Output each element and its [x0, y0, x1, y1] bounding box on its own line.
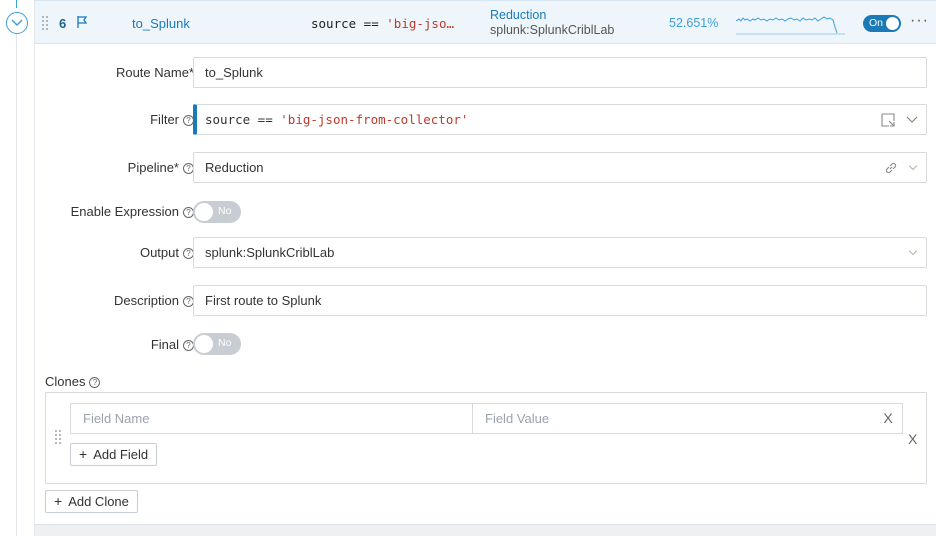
field-name-input[interactable]: Field Name — [71, 404, 472, 433]
enable-expression-label-row: Enable Expression? — [71, 204, 194, 219]
description-label-row: Description? — [114, 293, 194, 308]
output-label-row: Output? — [140, 245, 194, 260]
help-icon[interactable]: ? — [89, 377, 101, 388]
description-label: Description — [113, 293, 179, 308]
route-enabled-toggle[interactable]: On — [863, 15, 901, 32]
clone-field-row: Field Name Field Value X — [70, 403, 903, 434]
panel-footer — [35, 524, 936, 536]
final-label-row: Final? — [151, 337, 194, 352]
pipeline-select-value: Reduction — [205, 160, 264, 175]
toggle-knob — [195, 203, 213, 221]
filter-expression-prefix: source == — [205, 112, 281, 127]
enable-expression-label: Enable Expression — [70, 204, 179, 219]
toggle-off-label: No — [218, 205, 232, 217]
clone-entry: Field Name Field Value X + Add Field X — [45, 392, 927, 484]
add-field-label: Add Field — [93, 447, 149, 462]
filter-expression-string: 'big-json-from-collector' — [280, 112, 469, 127]
filter-preview-string: 'big-jso… — [386, 16, 454, 31]
filter-expression-input[interactable]: source == 'big-json-from-collector' — [193, 104, 927, 135]
toggle-knob — [195, 335, 213, 353]
rail-connector-top — [16, 0, 17, 8]
chevron-down-icon[interactable] — [906, 116, 918, 124]
pipeline-link[interactable]: Reduction — [490, 8, 614, 23]
flag-icon[interactable] — [75, 15, 89, 32]
route-name-input[interactable]: to_Splunk — [193, 57, 927, 88]
chevron-down-icon[interactable] — [908, 164, 918, 171]
filter-label-row: Filter? — [150, 112, 194, 127]
output-label: Output — [139, 245, 179, 260]
plus-icon: + — [54, 493, 63, 509]
expand-editor-icon[interactable] — [880, 112, 896, 128]
output-actions — [908, 238, 918, 267]
toggle-on-label: On — [869, 17, 884, 29]
remove-field-button[interactable]: X — [874, 404, 902, 433]
field-value-input[interactable]: Field Value — [472, 404, 874, 433]
filter-actions — [880, 105, 918, 134]
add-clone-button[interactable]: + Add Clone — [45, 490, 138, 513]
remove-clone-button[interactable]: X — [908, 431, 917, 447]
route-header-row[interactable]: 6 to_Splunk source == 'big-jso… Reductio… — [35, 0, 936, 44]
route-filter-preview: source == 'big-jso… — [311, 16, 454, 31]
chevron-down-icon — [11, 19, 23, 27]
toggle-off-label: No — [218, 337, 232, 349]
final-label: Final — [150, 337, 179, 352]
output-select-value: splunk:SplunkCriblLab — [205, 245, 335, 260]
route-panel: 6 to_Splunk source == 'big-jso… Reductio… — [34, 0, 936, 536]
pipeline-label-row: Pipeline*? — [128, 160, 194, 175]
clones-label: Clones — [45, 374, 86, 389]
output-select[interactable]: splunk:SplunkCriblLab — [193, 237, 927, 268]
add-clone-label: Add Clone — [68, 494, 129, 509]
route-name-label: Route Name* — [115, 65, 194, 80]
rail-connector-bottom — [16, 34, 17, 536]
final-toggle[interactable]: No — [193, 333, 241, 355]
route-name-link[interactable]: to_Splunk — [132, 16, 190, 31]
toggle-knob — [886, 17, 899, 30]
link-icon[interactable] — [884, 161, 898, 175]
route-percentage: 52.651% — [669, 16, 719, 30]
enable-expression-toggle[interactable]: No — [193, 201, 241, 223]
route-timeline-rail — [0, 0, 34, 536]
add-field-button[interactable]: + Add Field — [70, 443, 158, 466]
drag-handle-icon[interactable] — [41, 15, 49, 34]
clones-label-row: Clones? — [45, 374, 101, 389]
drag-handle-icon[interactable] — [54, 429, 62, 448]
description-input[interactable]: First route to Splunk — [193, 285, 927, 316]
filter-label: Filter — [150, 112, 179, 127]
throughput-sparkline — [735, 16, 845, 35]
collapse-route-button[interactable] — [6, 12, 28, 34]
more-options-icon[interactable]: ··· — [910, 12, 929, 30]
chevron-down-icon[interactable] — [908, 249, 918, 256]
route-destination-summary: Reduction splunk:SplunkCriblLab — [490, 8, 614, 38]
output-name: splunk:SplunkCriblLab — [490, 23, 615, 37]
pipeline-actions — [884, 153, 918, 182]
pipeline-select[interactable]: Reduction — [193, 152, 927, 183]
route-index: 6 — [59, 16, 67, 31]
filter-preview-prefix: source == — [311, 16, 387, 31]
plus-icon: + — [79, 446, 88, 462]
pipeline-label: Pipeline* — [127, 160, 179, 175]
